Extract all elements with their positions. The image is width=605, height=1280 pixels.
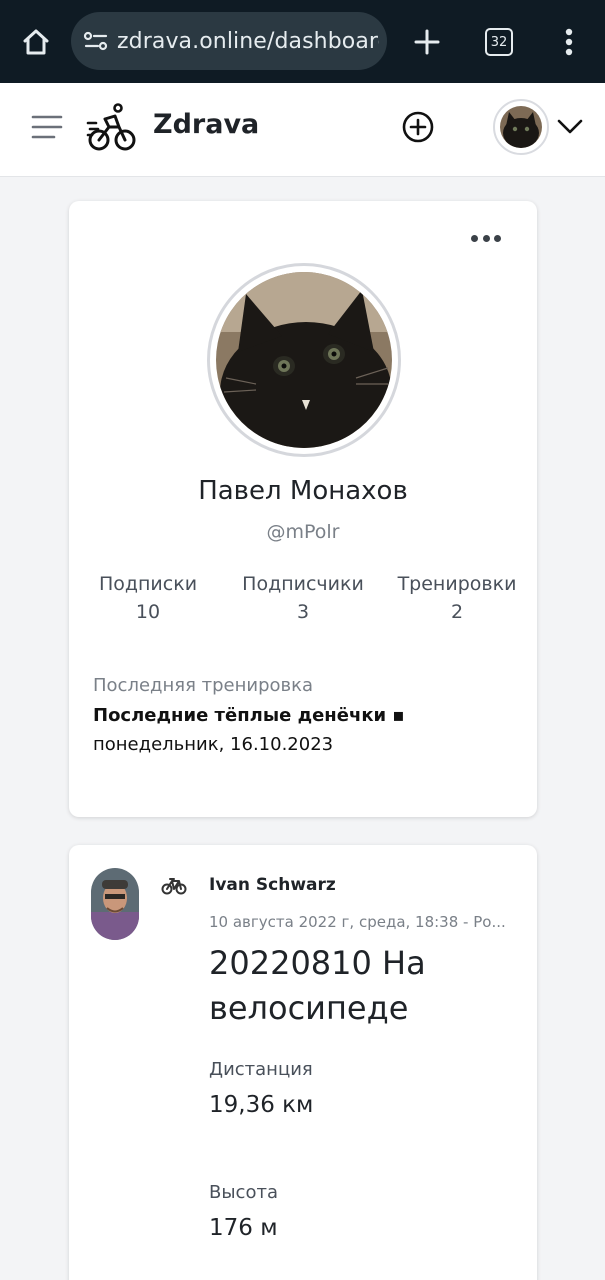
url-text[interactable]: zdrava.online/dashboard <box>117 29 379 54</box>
user-avatar-button[interactable] <box>493 99 549 155</box>
stat-workouts[interactable]: Тренировки 2 <box>382 573 532 623</box>
more-vert-icon[interactable] <box>552 20 586 64</box>
hamburger-icon[interactable] <box>30 113 64 143</box>
stat-value: 10 <box>135 601 161 623</box>
last-workout-date: понедельник, 16.10.2023 <box>93 734 334 755</box>
more-horiz-icon[interactable] <box>471 229 501 247</box>
stat-value: 2 <box>450 601 464 623</box>
activity-meta: 10 августа 2022 г, среда, 18:38 - Ро... <box>209 913 506 931</box>
tune-icon[interactable] <box>83 28 109 54</box>
profile-stats: Подписки 10 Подписчики 3 Тренировки 2 <box>69 573 537 633</box>
last-workout-link[interactable]: Последние тёплые денёчки ▪ <box>93 705 405 726</box>
home-icon[interactable] <box>14 20 58 64</box>
profile-name: Павел Монахов <box>198 476 408 506</box>
new-tab-plus-icon[interactable] <box>405 20 449 64</box>
stat-label: Тренировки <box>397 573 517 595</box>
stat-followers[interactable]: Подписчики 3 <box>228 573 378 623</box>
address-bar[interactable]: zdrava.online/dashboard <box>71 12 387 70</box>
bike-icon <box>161 877 187 895</box>
activity-card: Ivan Schwarz 10 августа 2022 г, среда, 1… <box>69 845 537 1280</box>
profile-handle: @mPolr <box>266 521 340 543</box>
cyclist-logo-icon[interactable] <box>86 101 140 155</box>
activity-title[interactable]: 20220810 На велосипеде <box>209 941 509 1031</box>
activity-user-avatar[interactable] <box>91 868 139 940</box>
browser-toolbar: zdrava.online/dashboard 32 <box>0 0 605 83</box>
stat-following[interactable]: Подписки 10 <box>73 573 223 623</box>
metric-distance-label: Дистанция <box>209 1059 313 1080</box>
metric-elevation-value: 176 м <box>209 1215 278 1241</box>
tabs-counter-button[interactable]: 32 <box>485 28 513 56</box>
metric-distance-value: 19,36 км <box>209 1092 314 1118</box>
profile-card: Павел Монахов @mPolr Подписки 10 Подписч… <box>69 201 537 817</box>
avatar <box>500 106 542 148</box>
profile-avatar <box>207 263 401 457</box>
brand-name[interactable]: Zdrava <box>153 109 259 140</box>
stat-label: Подписчики <box>242 573 364 595</box>
activity-user-name[interactable]: Ivan Schwarz <box>209 875 336 895</box>
last-workout-label: Последняя тренировка <box>93 675 314 696</box>
metric-elevation-label: Высота <box>209 1182 278 1203</box>
stat-label: Подписки <box>98 573 198 595</box>
add-circle-icon[interactable] <box>401 110 435 144</box>
chevron-down-icon[interactable] <box>556 115 584 137</box>
stat-value: 3 <box>296 601 310 623</box>
app-header: Zdrava <box>0 83 605 177</box>
